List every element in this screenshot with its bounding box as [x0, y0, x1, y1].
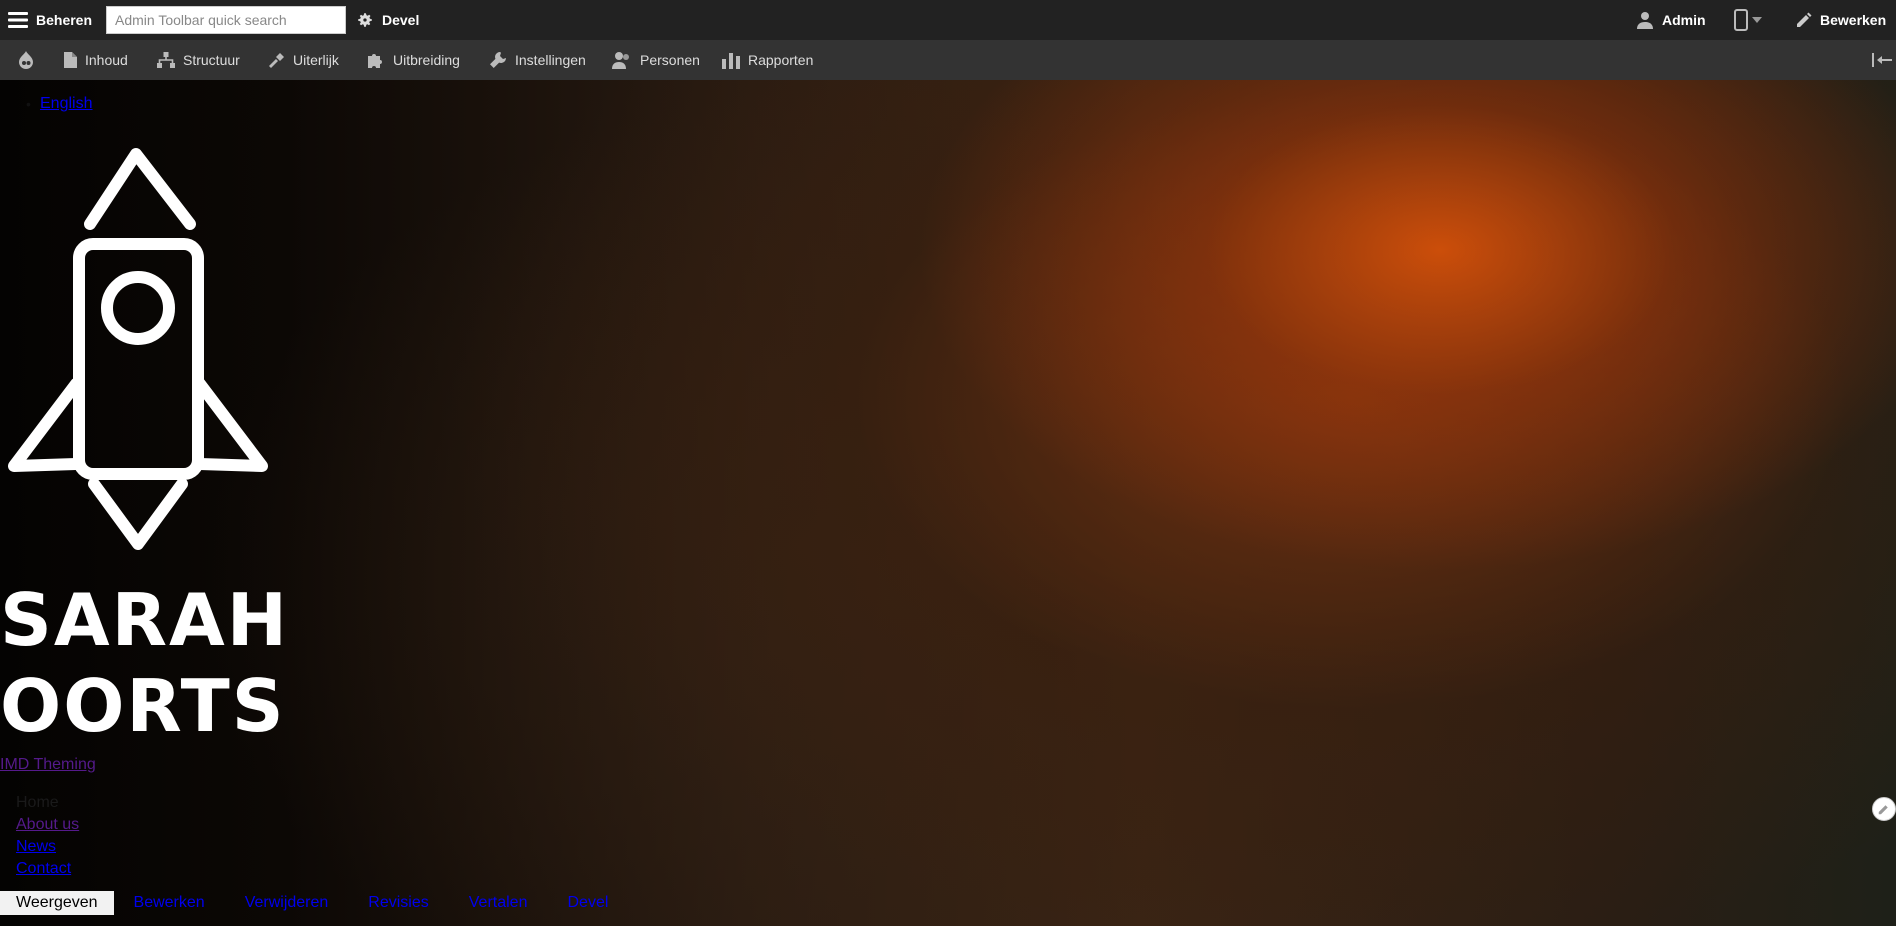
tray-item-rapporten[interactable]: Rapporten [722, 40, 813, 80]
devel-button[interactable]: Devel [356, 0, 419, 40]
bar-chart-icon [722, 53, 740, 69]
tray-item-label: Structuur [183, 52, 240, 68]
rocket-logo[interactable] [4, 144, 274, 550]
user-label: Admin [1662, 12, 1706, 28]
hamburger-icon [8, 12, 28, 28]
language-switch-link[interactable]: English [40, 95, 92, 113]
tray-item-label: Instellingen [515, 52, 586, 68]
site-slogan-link[interactable]: IMD Theming [0, 756, 96, 774]
drupal-drop-icon [19, 51, 33, 69]
collapse-arrow-icon [1872, 53, 1892, 67]
menu-link-contact[interactable]: Contact [16, 860, 71, 877]
site-name[interactable]: SARAH OORTS [0, 577, 289, 749]
edit-label: Bewerken [1820, 12, 1887, 28]
tray-item-instellingen[interactable]: Instellingen [489, 40, 586, 80]
user-icon [1637, 12, 1653, 29]
main-menu: Home About us News Contact [16, 792, 79, 880]
site-name-line1: SARAH [0, 578, 289, 662]
manage-label: Beheren [36, 12, 93, 28]
tray-item-label: Uitbreiding [393, 52, 460, 68]
user-menu-button[interactable]: Admin [1636, 0, 1706, 40]
responsive-preview-button[interactable] [1734, 0, 1762, 40]
tray-item-personen[interactable]: Personen [612, 40, 700, 80]
admin-toolbar: Beheren Devel Admin Bewerken [0, 0, 1896, 41]
tray-item-uiterlijk[interactable]: Uiterlijk [267, 40, 339, 80]
tab-weergeven[interactable]: Weergeven [0, 891, 114, 915]
paintbrush-icon [269, 53, 284, 68]
puzzle-icon [368, 54, 382, 68]
tray-item-label: Inhoud [85, 52, 128, 68]
menu-item: Contact [16, 858, 79, 880]
devel-label: Devel [382, 12, 420, 28]
people-icon [612, 52, 629, 69]
local-tasks-tabs: Weergeven Bewerken Verwijderen Revisies … [0, 891, 628, 915]
edit-mode-button[interactable]: Bewerken [1796, 0, 1886, 40]
tab-devel[interactable]: Devel [547, 891, 628, 915]
tray-item-label: Uiterlijk [293, 52, 339, 68]
tab-vertalen[interactable]: Vertalen [449, 891, 548, 915]
menu-link-home[interactable]: Home [16, 794, 59, 811]
tab-revisies[interactable]: Revisies [348, 891, 448, 915]
menu-item: News [16, 836, 79, 858]
pencil-icon [1797, 12, 1812, 27]
menu-item: Home [16, 792, 79, 814]
tab-verwijderen[interactable]: Verwijderen [225, 891, 349, 915]
sitemap-icon [157, 52, 175, 68]
menu-link-news[interactable]: News [16, 838, 56, 855]
menu-item: About us [16, 814, 79, 836]
tab-bewerken[interactable]: Bewerken [114, 891, 225, 915]
hero-background [0, 80, 1896, 926]
file-icon [64, 52, 77, 68]
mobile-device-icon [1734, 9, 1748, 31]
site-name-line2: OORTS [0, 664, 286, 748]
contextual-edit-button[interactable] [1872, 797, 1896, 821]
manage-button[interactable]: Beheren [8, 0, 92, 40]
caret-down-icon [1752, 17, 1762, 23]
tray-item-label: Rapporten [748, 52, 814, 68]
menu-link-about-us[interactable]: About us [16, 816, 79, 833]
wrench-icon [490, 52, 506, 68]
language-bullet: • [26, 96, 31, 112]
admin-tray: Inhoud Structuur Uiterlijk Uitbreiding I… [0, 40, 1896, 80]
tray-item-inhoud[interactable]: Inhoud [64, 40, 128, 80]
tray-orientation-toggle[interactable] [1872, 40, 1892, 80]
pencil-icon [1878, 805, 1888, 815]
admin-quick-search-input[interactable] [106, 6, 346, 34]
gear-icon [358, 13, 372, 27]
drupal-home-button[interactable] [18, 40, 34, 80]
tray-item-label: Personen [640, 52, 700, 68]
tray-item-uitbreiding[interactable]: Uitbreiding [367, 40, 460, 80]
tray-item-structuur[interactable]: Structuur [157, 40, 240, 80]
